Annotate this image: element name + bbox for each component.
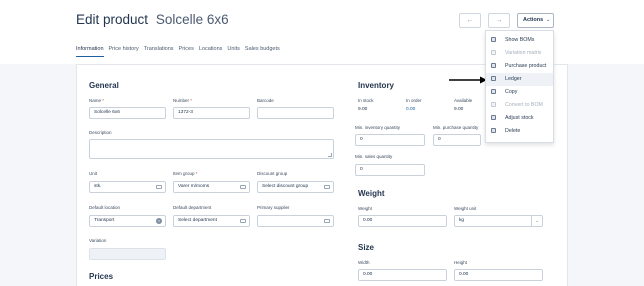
width-field[interactable]: 0.00 xyxy=(358,269,447,281)
menu-item-purchase-product[interactable]: Purchase product xyxy=(486,60,553,73)
general-heading: General xyxy=(89,81,119,90)
available-label: Available xyxy=(454,98,473,103)
keyboard-icon xyxy=(240,185,246,189)
weight-heading: Weight xyxy=(358,189,385,198)
primary-supplier-field[interactable] xyxy=(257,215,334,227)
arrow-icon xyxy=(449,76,487,84)
tab-units[interactable]: Units xyxy=(227,46,240,56)
default-location-value: Transport xyxy=(94,218,115,223)
default-location-label: Default location xyxy=(89,205,121,210)
chevron-down-icon: ⌄ xyxy=(531,216,542,226)
barcode-label: Barcode xyxy=(257,98,274,103)
menu-item-variation-matrix: Variation matrix xyxy=(486,47,553,60)
weight-label: Weight xyxy=(358,206,372,211)
min-inventory-quantity-label: Min. inventory quantity xyxy=(355,125,401,130)
item-group-field[interactable]: Varer m/moms xyxy=(173,181,250,193)
copy-icon xyxy=(491,89,496,94)
weight-unit-label: Weight unit xyxy=(454,206,477,211)
barcode-field[interactable] xyxy=(257,107,334,119)
ledger-icon xyxy=(491,76,496,81)
actions-button[interactable]: Actions ⌄ xyxy=(517,13,554,28)
tab-locations[interactable]: Locations xyxy=(199,46,223,56)
actions-label: Actions xyxy=(523,17,544,23)
tab-prices[interactable]: Prices xyxy=(179,46,194,56)
name-field[interactable]: Solcelle 6x6 xyxy=(89,107,166,119)
variation-label: Variation xyxy=(89,238,107,243)
convert-icon xyxy=(491,102,496,107)
in-stock-label: In stock xyxy=(358,98,374,103)
description-textarea[interactable] xyxy=(89,139,334,159)
number-field[interactable]: 1372-3 xyxy=(173,107,250,119)
discount-group-label: Discount group xyxy=(257,171,288,176)
prices-heading: Prices xyxy=(89,272,114,281)
tab-sales-budgets[interactable]: Sales budgets xyxy=(245,46,280,56)
inventory-heading: Inventory xyxy=(358,81,395,90)
in-stock-value: 9.00 xyxy=(358,107,368,112)
discount-group-field[interactable]: Select discount group xyxy=(257,181,334,193)
primary-supplier-label: Primary supplier xyxy=(257,205,290,210)
menu-item-copy[interactable]: Copy xyxy=(486,86,553,99)
tab-bar: Information Price history Translations Pric… xyxy=(76,37,285,57)
unit-label: Unit xyxy=(89,171,98,176)
tab-information[interactable]: Information xyxy=(76,46,104,57)
min-sales-quantity-field[interactable]: 0 xyxy=(355,164,425,176)
number-label: Number * xyxy=(173,98,193,103)
height-label: Height xyxy=(454,260,468,265)
adjust-icon xyxy=(491,115,496,120)
size-heading: Size xyxy=(358,243,375,252)
in-order-value[interactable]: 0.00 xyxy=(406,107,415,112)
next-button[interactable]: → xyxy=(488,13,510,28)
menu-item-convert-to-bom: Convert to BOM xyxy=(486,99,553,112)
default-department-value: Select department xyxy=(178,218,217,223)
clear-icon[interactable]: × xyxy=(156,218,162,224)
available-value: 9.00 xyxy=(454,107,464,112)
page-title-text: Edit product xyxy=(76,12,149,27)
keyboard-icon xyxy=(324,219,330,223)
download-icon xyxy=(491,63,496,68)
keyboard-icon xyxy=(156,185,162,189)
item-group-value: Varer m/moms xyxy=(178,184,210,189)
item-group-label: Item group * xyxy=(173,171,198,176)
menu-item-adjust-stock[interactable]: Adjust stock xyxy=(486,112,553,125)
keyboard-icon xyxy=(324,185,330,189)
min-purchase-quantity-field[interactable]: 0 xyxy=(433,134,481,146)
list-icon xyxy=(491,37,496,42)
menu-item-ledger[interactable]: Ledger xyxy=(486,73,553,86)
weight-unit-select[interactable]: kg ⌄ xyxy=(454,215,543,227)
in-order-label: In order xyxy=(406,98,422,103)
trash-icon xyxy=(491,128,496,133)
page-title: Edit product Solcelle 6x6 xyxy=(76,12,229,27)
weight-unit-value: kg xyxy=(459,218,465,223)
min-sales-quantity-label: Min. sales quantity xyxy=(355,154,393,159)
menu-item-delete[interactable]: Delete xyxy=(486,125,553,138)
variation-field xyxy=(89,248,166,260)
chevron-down-icon: ⌄ xyxy=(546,17,551,23)
default-department-field[interactable]: Select department xyxy=(173,215,250,227)
default-department-label: Default department xyxy=(173,205,212,210)
tab-price-history[interactable]: Price history xyxy=(109,46,139,56)
grid-icon xyxy=(491,50,496,55)
min-purchase-quantity-label: Min. purchase quantity xyxy=(433,125,479,130)
keyboard-icon xyxy=(240,219,246,223)
default-location-field[interactable]: Transport × xyxy=(89,215,166,227)
weight-field[interactable]: 0.00 xyxy=(358,215,447,227)
product-name: Solcelle 6x6 xyxy=(155,12,229,27)
description-label: Description xyxy=(89,130,112,135)
name-label: Name * xyxy=(89,98,105,103)
width-label: Width xyxy=(358,260,370,265)
height-field[interactable]: 0.00 xyxy=(454,269,543,281)
unit-field[interactable]: stk. xyxy=(89,181,166,193)
tab-translations[interactable]: Translations xyxy=(144,46,174,56)
unit-value: stk. xyxy=(94,184,102,189)
actions-menu: Show BOMs Variation matrix Purchase prod… xyxy=(485,30,554,143)
discount-group-value: Select discount group xyxy=(262,184,309,189)
previous-button[interactable]: ← xyxy=(459,13,481,28)
menu-item-show-boms[interactable]: Show BOMs xyxy=(486,34,553,47)
min-inventory-quantity-field[interactable]: 0 xyxy=(355,134,425,146)
